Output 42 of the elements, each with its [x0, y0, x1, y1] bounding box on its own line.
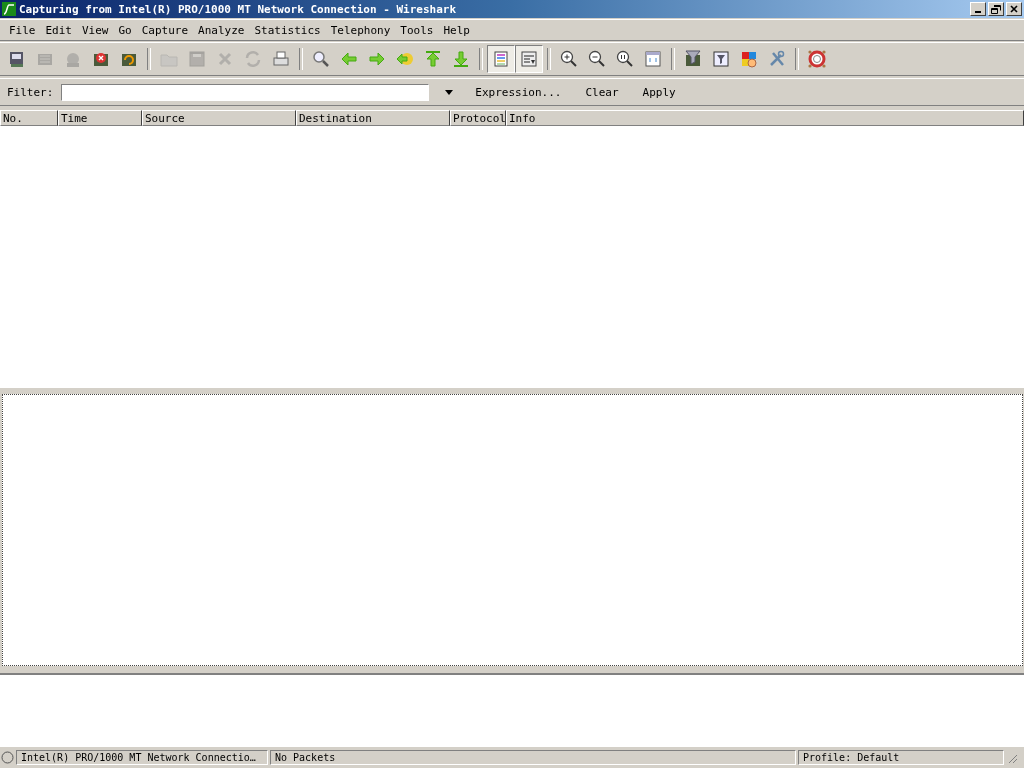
restore-icon — [991, 4, 1001, 14]
save-icon — [187, 49, 207, 69]
find-icon — [311, 49, 331, 69]
column-header[interactable]: No. — [0, 110, 58, 126]
profile-status[interactable]: Profile: Default — [798, 750, 1004, 765]
minimize-button[interactable] — [970, 2, 986, 16]
menu-item[interactable]: Help — [438, 23, 475, 37]
app-icon — [2, 2, 16, 16]
column-header[interactable]: Info — [506, 110, 1024, 126]
window-title: Capturing from Intel(R) PRO/1000 MT Network Connection - Wireshark — [19, 2, 458, 16]
dropdown-arrow-icon[interactable] — [443, 87, 456, 97]
filter-button[interactable]: Apply — [634, 85, 684, 99]
filter-button[interactable]: Expression... — [467, 85, 570, 99]
menu-item[interactable]: Analyze — [193, 23, 250, 37]
zoomout-icon — [587, 49, 607, 69]
reload-icon — [243, 49, 263, 69]
zoomin-icon — [559, 49, 579, 69]
print-icon — [271, 49, 291, 69]
last-icon — [451, 49, 471, 69]
column-header[interactable]: Source — [142, 110, 296, 126]
help-icon — [807, 49, 827, 69]
menu-item[interactable]: View — [77, 23, 114, 37]
menu-item[interactable]: Statistics — [249, 23, 326, 37]
menu-item[interactable]: Tools — [395, 23, 439, 37]
interface-status: Intel(R) PRO/1000 MT Network Connectio… — [16, 750, 268, 765]
column-header[interactable]: Destination — [296, 110, 450, 126]
filter-field[interactable] — [61, 83, 430, 101]
restore-button[interactable] — [988, 2, 1004, 16]
menu-item[interactable]: Telephony — [325, 23, 396, 37]
menu-item[interactable]: Capture — [136, 23, 194, 37]
filter-label: Filter: — [7, 85, 54, 99]
close-button[interactable] — [1006, 2, 1022, 16]
packets-status: No Packets — [270, 750, 796, 765]
menu-item[interactable]: File — [4, 23, 41, 37]
column-header[interactable]: Protocol — [450, 110, 506, 126]
close-icon — [1010, 5, 1018, 13]
expert-info-icon[interactable] — [1, 751, 14, 764]
menu-item[interactable]: Edit — [40, 23, 77, 37]
column-header[interactable]: Time — [58, 110, 142, 126]
filter-button[interactable]: Clear — [577, 85, 627, 99]
menu-item[interactable]: Go — [113, 23, 137, 37]
first-icon — [423, 49, 443, 69]
